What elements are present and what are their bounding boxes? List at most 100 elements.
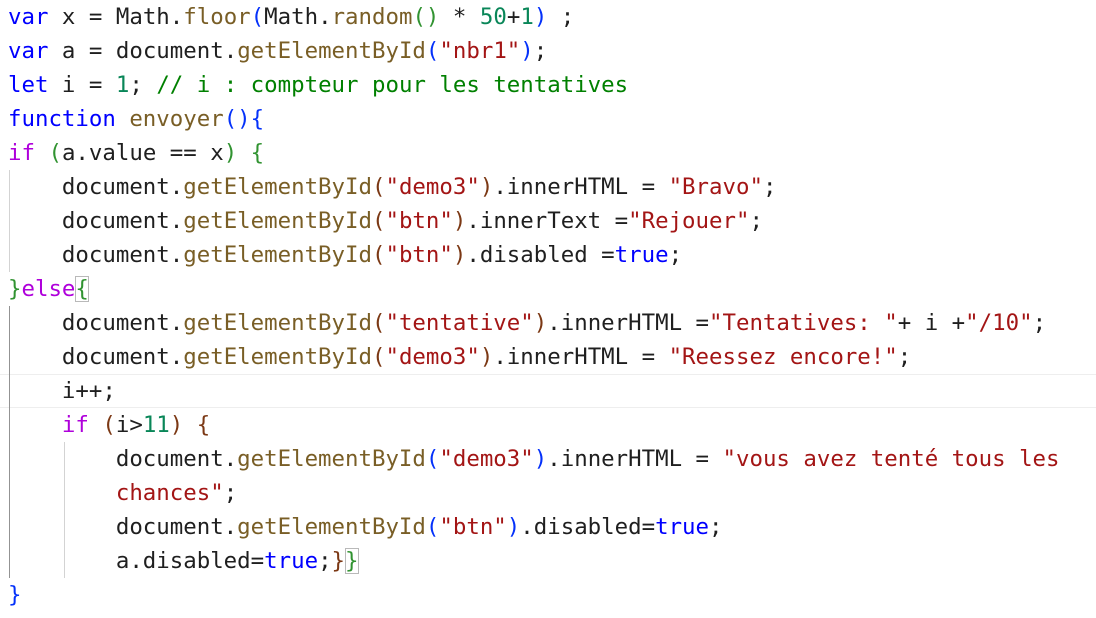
- code-token: {: [196, 412, 211, 438]
- code-token: ): [479, 344, 494, 370]
- code-token: ;: [749, 208, 763, 234]
- code-token: 1: [520, 4, 534, 30]
- code-token: + i +: [897, 310, 966, 336]
- code-token: a.value == x: [61, 140, 224, 166]
- code-token: ): [169, 412, 184, 438]
- code-token: "/10": [965, 310, 1033, 336]
- code-line-15[interactable]: chances";: [8, 476, 237, 510]
- code-token: ): [533, 310, 548, 336]
- code-token: (): [412, 4, 440, 30]
- code-token: "tentative": [385, 310, 534, 336]
- code-token: if: [61, 412, 89, 438]
- code-token: ): [520, 38, 534, 64]
- code-token: floor: [183, 4, 251, 30]
- code-token: true: [264, 548, 319, 574]
- code-token: ;: [709, 514, 723, 540]
- code-token: .innerText =: [466, 208, 629, 234]
- code-token: ): [223, 140, 238, 166]
- code-token: "demo3": [385, 174, 480, 200]
- code-token: envoyer: [129, 106, 224, 132]
- code-line-9[interactable]: }else{: [8, 272, 89, 306]
- code-editor[interactable]: var x = Math.floor(Math.random() * 50+1)…: [0, 0, 1096, 618]
- code-token: getElementById: [237, 38, 426, 64]
- code-line-8[interactable]: document.getElementById("btn").disabled …: [8, 238, 682, 272]
- code-token: a.disabled=: [8, 548, 265, 574]
- code-token: "nbr1": [439, 38, 521, 64]
- code-token: var: [8, 4, 49, 30]
- code-token: var: [8, 38, 49, 64]
- code-line-2[interactable]: var a = document.getElementById("nbr1");: [8, 34, 547, 68]
- code-token: ): [506, 514, 521, 540]
- code-token: x = Math.: [48, 4, 184, 30]
- code-token: ): [452, 242, 467, 268]
- code-token: i =: [48, 72, 116, 98]
- code-token: ): [533, 446, 548, 472]
- code-token: (: [425, 38, 440, 64]
- code-token: (: [371, 208, 386, 234]
- code-token: document.: [8, 446, 238, 472]
- code-token: getElementById: [237, 514, 426, 540]
- code-line-13[interactable]: if (i>11) {: [8, 408, 210, 442]
- code-line-4[interactable]: function envoyer(){: [8, 102, 264, 136]
- code-token: document.: [8, 242, 184, 268]
- code-token: }: [8, 276, 22, 302]
- current-line-highlight: [0, 374, 1096, 408]
- code-token: Math.: [264, 4, 332, 30]
- code-token: }: [8, 582, 22, 608]
- code-token: getElementById: [183, 174, 372, 200]
- code-token: "Rejouer": [628, 208, 750, 234]
- code-token: .innerHTML =: [493, 174, 669, 200]
- code-line-6[interactable]: document.getElementById("demo3").innerHT…: [8, 170, 777, 204]
- code-line-11[interactable]: document.getElementById("demo3").innerHT…: [8, 340, 911, 374]
- code-token: 11: [142, 412, 170, 438]
- code-token: .disabled =: [466, 242, 615, 268]
- code-line-12[interactable]: i++;: [8, 374, 116, 408]
- code-line-14[interactable]: document.getElementById("demo3").innerHT…: [8, 442, 1060, 476]
- code-token: "btn": [385, 208, 453, 234]
- code-line-3[interactable]: let i = 1; // i : compteur pour les tent…: [8, 68, 628, 102]
- code-token: 1: [115, 72, 130, 98]
- code-token: ;: [897, 344, 912, 370]
- code-token: ;: [318, 548, 332, 574]
- code-line-18[interactable]: }: [8, 578, 21, 612]
- code-line-17[interactable]: a.disabled=true;}}: [8, 544, 359, 578]
- code-token: i++;: [8, 378, 116, 404]
- code-line-16[interactable]: document.getElementById("btn").disabled=…: [8, 510, 723, 544]
- code-token: (: [371, 344, 386, 370]
- code-line-5[interactable]: if (a.value == x) {: [8, 136, 264, 170]
- code-token: document.: [8, 208, 184, 234]
- code-token: {: [250, 140, 265, 166]
- code-token: (: [371, 242, 386, 268]
- code-token: "Reessez encore!": [668, 344, 898, 370]
- code-token: "btn": [385, 242, 453, 268]
- code-token: .innerHTML =: [493, 344, 669, 370]
- code-token: else: [21, 276, 76, 302]
- code-line-7[interactable]: document.getElementById("btn").innerText…: [8, 204, 763, 238]
- code-token: +: [506, 4, 521, 30]
- code-token: document.: [8, 174, 184, 200]
- code-token: getElementById: [183, 208, 372, 234]
- code-token: (: [250, 4, 265, 30]
- code-token: document.: [8, 514, 238, 540]
- code-line-1[interactable]: var x = Math.floor(Math.random() * 50+1)…: [8, 0, 574, 34]
- code-token: a = document.: [48, 38, 238, 64]
- code-token: ): [479, 174, 494, 200]
- code-token: // i : compteur pour les tentatives: [156, 72, 629, 98]
- code-line-10[interactable]: document.getElementById("tentative").inn…: [8, 306, 1046, 340]
- code-token: (: [371, 174, 386, 200]
- code-token: (: [371, 310, 386, 336]
- code-token: getElementById: [183, 344, 372, 370]
- code-token: true: [655, 514, 710, 540]
- code-token: random: [331, 4, 413, 30]
- code-token: 50: [479, 4, 507, 30]
- code-token: .innerHTML =: [547, 446, 723, 472]
- code-token: "demo3": [385, 344, 480, 370]
- code-token: (: [48, 140, 62, 166]
- code-token: ): [452, 208, 467, 234]
- code-token: chances": [115, 480, 224, 506]
- code-token: getElementById: [183, 310, 372, 336]
- code-token: "btn": [439, 514, 507, 540]
